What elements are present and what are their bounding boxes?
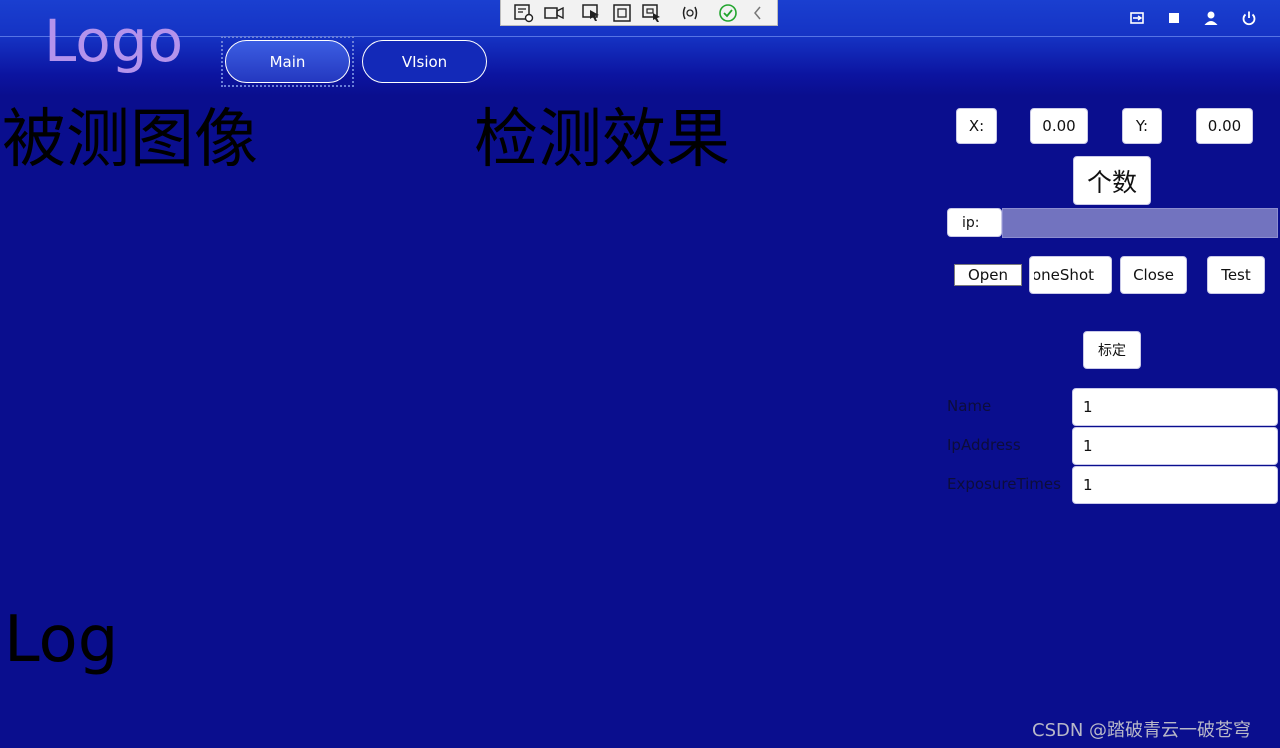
test-button[interactable]: Test: [1207, 256, 1265, 294]
collapse-chevron-icon[interactable]: [747, 2, 769, 24]
live-visual-tree-icon[interactable]: [513, 2, 535, 24]
display-layout-icon[interactable]: [611, 2, 633, 24]
hot-reload-icon[interactable]: [679, 2, 701, 24]
logo: Logo: [44, 7, 184, 75]
y-label: Y:: [1122, 108, 1162, 144]
ip-input[interactable]: [1002, 208, 1278, 238]
swap-icon[interactable]: [1126, 8, 1148, 28]
name-field[interactable]: 1: [1072, 388, 1278, 426]
stop-icon[interactable]: [1163, 8, 1185, 28]
user-icon[interactable]: [1200, 8, 1222, 28]
x-label: X:: [956, 108, 997, 144]
select-element-icon[interactable]: [581, 2, 603, 24]
log-panel-title: Log: [4, 603, 119, 677]
exposuretimes-field[interactable]: 1: [1072, 466, 1278, 504]
watermark: CSDN @踏破青云一破苍穹: [1032, 720, 1252, 741]
check-icon[interactable]: [717, 2, 739, 24]
ip-label: ip:: [947, 208, 1002, 237]
close-button[interactable]: Close: [1120, 256, 1187, 294]
nav-vision-button[interactable]: VIsion: [362, 40, 487, 83]
image-panel-title: 被测图像: [2, 103, 258, 177]
header-divider: [0, 36, 1280, 37]
count-label: 个数: [1073, 156, 1151, 205]
oneshot-button[interactable]: oneShot: [1029, 256, 1112, 294]
power-icon[interactable]: [1238, 8, 1260, 28]
track-focus-icon[interactable]: [641, 2, 663, 24]
calibrate-button[interactable]: 标定: [1083, 331, 1141, 369]
nav-main-button[interactable]: Main: [225, 40, 350, 83]
exposuretimes-label: ExposureTimes: [947, 475, 1061, 493]
oneshot-button-label: oneShot: [1034, 266, 1094, 284]
open-button[interactable]: Open: [954, 264, 1022, 286]
x-value: 0.00: [1030, 108, 1088, 144]
y-value: 0.00: [1196, 108, 1253, 144]
ipaddress-field[interactable]: 1: [1072, 427, 1278, 465]
ipaddress-label: IpAddress: [947, 436, 1021, 454]
name-label: Name: [947, 397, 992, 415]
record-icon[interactable]: [543, 2, 565, 24]
result-panel-title: 检测效果: [474, 103, 730, 177]
debug-toolbar: [500, 0, 778, 26]
